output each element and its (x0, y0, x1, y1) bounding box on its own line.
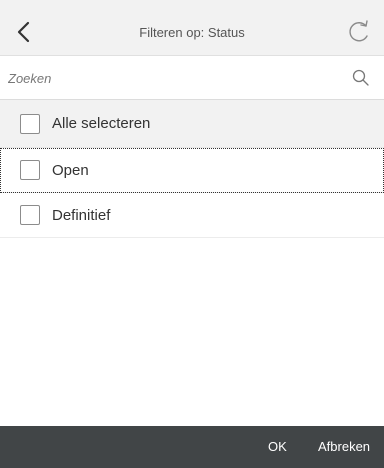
list-item-open[interactable]: Open (0, 148, 384, 193)
open-checkbox[interactable] (20, 160, 40, 180)
list-item-definitief[interactable]: Definitief (0, 193, 384, 238)
select-all-label: Alle selecteren (52, 115, 151, 132)
select-all-checkbox[interactable] (20, 113, 40, 134)
definitief-checkbox[interactable] (20, 205, 40, 225)
select-all-row[interactable]: Alle selecteren (0, 100, 384, 148)
dialog-header: Filteren op: Status (0, 0, 384, 56)
refresh-button[interactable] (342, 16, 374, 50)
search-icon[interactable] (350, 67, 372, 89)
search-bar (0, 56, 384, 100)
search-input[interactable] (8, 64, 338, 92)
list-item-label: Open (52, 161, 89, 179)
dialog-footer: OK Afbreken (0, 426, 384, 468)
refresh-icon (349, 20, 368, 42)
dialog-title: Filteren op: Status (139, 25, 245, 40)
cancel-button[interactable]: Afbreken (310, 426, 378, 468)
filter-options-list: Open Definitief (0, 148, 384, 238)
list-item-label: Definitief (52, 206, 111, 224)
ok-button[interactable]: OK (260, 426, 295, 468)
